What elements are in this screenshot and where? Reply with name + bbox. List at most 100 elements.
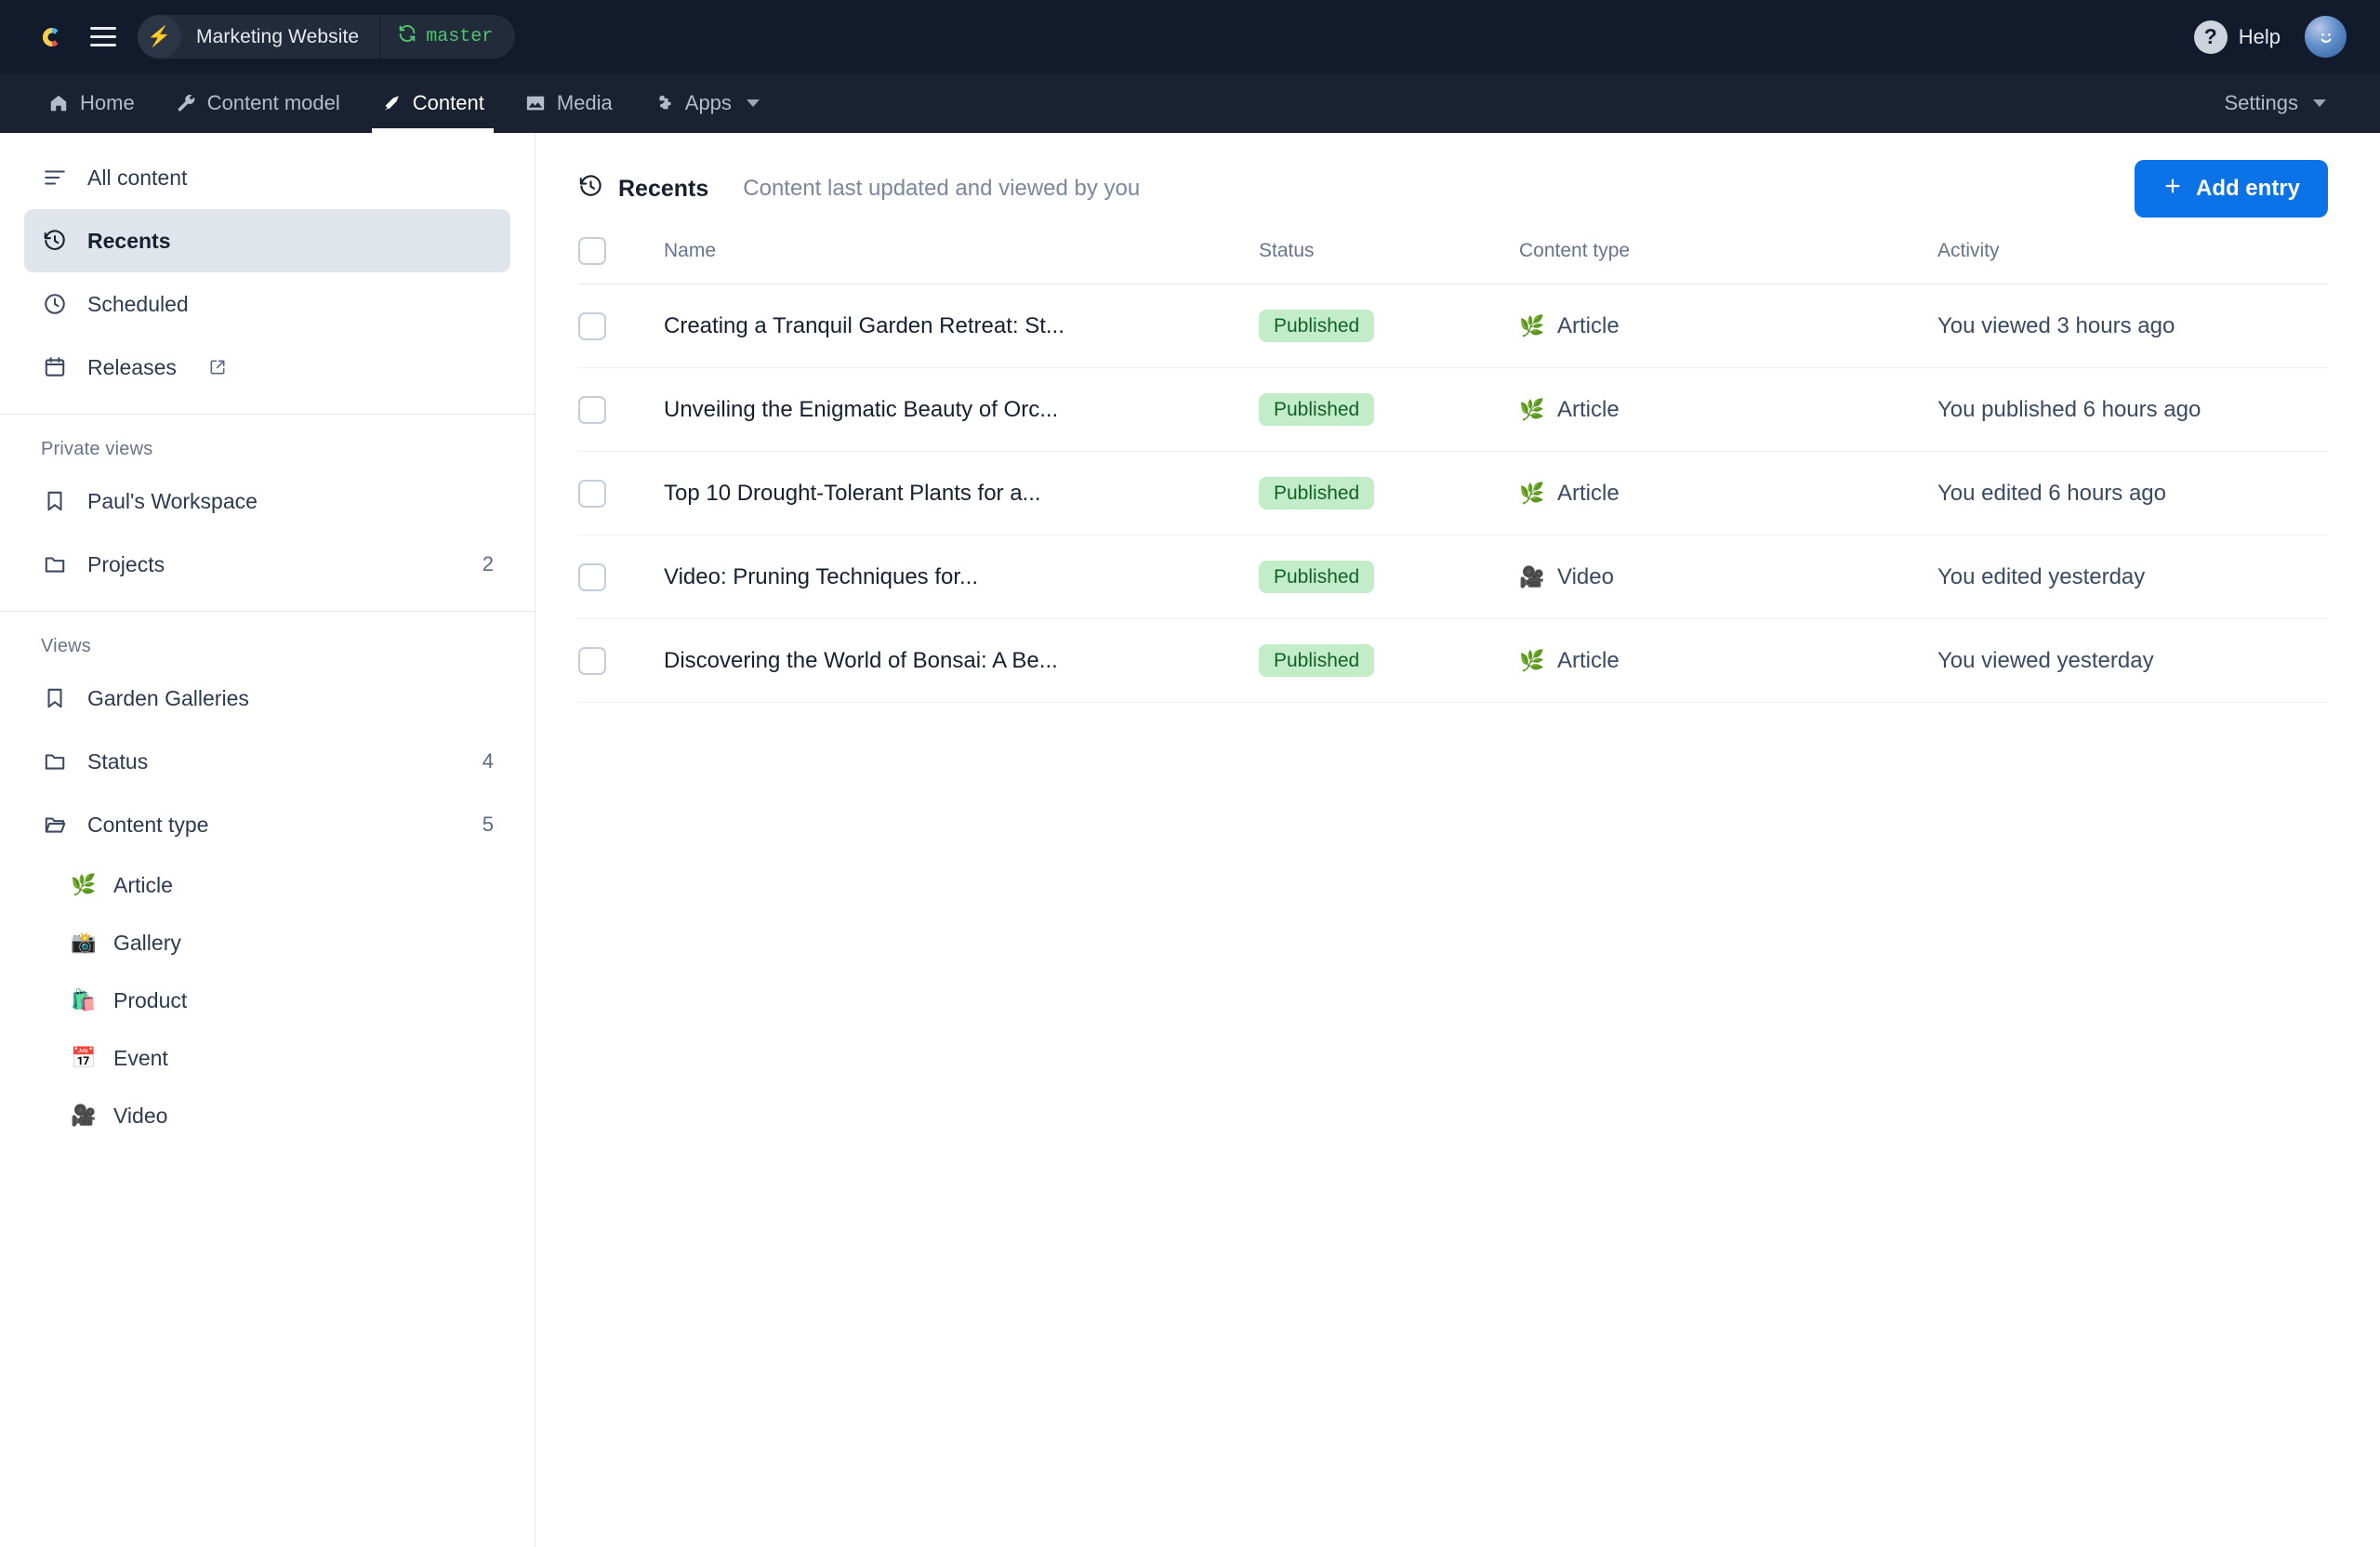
row-checkbox[interactable] bbox=[578, 311, 606, 340]
sidebar-item-article[interactable]: 🌿 Article bbox=[24, 856, 510, 914]
sidebar-item-scheduled-label: Scheduled bbox=[87, 291, 189, 316]
entry-name[interactable]: Creating a Tranquil Garden Retreat: St..… bbox=[664, 313, 1259, 339]
sidebar: All content Recents Scheduled Releases P… bbox=[0, 133, 536, 1547]
column-header-activity[interactable]: Activity bbox=[1937, 237, 2328, 284]
sidebar-item-content-type[interactable]: Content type 5 bbox=[24, 793, 510, 856]
lightning-bolt-icon: ⚡ bbox=[138, 15, 181, 59]
avatar[interactable] bbox=[2305, 16, 2347, 58]
bookmark-icon bbox=[41, 489, 69, 513]
row-checkbox[interactable] bbox=[578, 479, 606, 508]
hamburger-menu-icon[interactable] bbox=[86, 20, 121, 55]
sidebar-item-garden-galleries[interactable]: Garden Galleries bbox=[24, 667, 510, 730]
contentful-logo-icon[interactable] bbox=[32, 19, 69, 56]
add-entry-button[interactable]: Add entry bbox=[2134, 160, 2328, 218]
environment-branch[interactable]: master bbox=[380, 23, 515, 50]
entry-name[interactable]: Unveiling the Enigmatic Beauty of Orc... bbox=[664, 397, 1259, 423]
sidebar-item-product[interactable]: 🛍️ Product bbox=[24, 972, 510, 1029]
leaf-icon: 🌿 bbox=[1519, 481, 1545, 505]
help-label: Help bbox=[2238, 24, 2281, 48]
page-title: Recents bbox=[578, 174, 708, 204]
movie-camera-icon: 🎥 bbox=[71, 1104, 97, 1127]
sidebar-section-private-views: Private views bbox=[41, 439, 153, 459]
bookmark-icon bbox=[41, 686, 69, 710]
row-activity-cell: You published 6 hours ago bbox=[1937, 367, 2328, 452]
column-header-name[interactable]: Name bbox=[664, 237, 1259, 284]
sidebar-item-all-content-label: All content bbox=[87, 165, 188, 190]
table-row[interactable]: Unveiling the Enigmatic Beauty of Orc...… bbox=[578, 367, 2328, 452]
top-bar-right: ? Help bbox=[2193, 16, 2347, 58]
chevron-down-icon bbox=[746, 99, 760, 107]
sidebar-item-all-content[interactable]: All content bbox=[24, 146, 510, 209]
sidebar-item-garden-galleries-label: Garden Galleries bbox=[87, 685, 249, 710]
column-header-content-type[interactable]: Content type bbox=[1519, 237, 1937, 284]
sidebar-item-video[interactable]: 🎥 Video bbox=[24, 1087, 510, 1144]
sidebar-section-views: Views bbox=[41, 636, 91, 656]
sidebar-item-product-label: Product bbox=[113, 987, 188, 1012]
row-checkbox[interactable] bbox=[578, 646, 606, 675]
table-row[interactable]: Creating a Tranquil Garden Retreat: St..… bbox=[578, 284, 2328, 368]
sidebar-item-recents[interactable]: Recents bbox=[24, 209, 510, 272]
space-name: Marketing Website bbox=[196, 25, 360, 47]
table-row[interactable]: Top 10 Drought-Tolerant Plants for a... … bbox=[578, 451, 2328, 536]
entry-name[interactable]: Video: Pruning Techniques for... bbox=[664, 564, 1259, 590]
wrench-icon bbox=[176, 93, 196, 113]
row-content-type-cell: 🌿 Article bbox=[1519, 451, 1937, 536]
sidebar-item-gallery[interactable]: 📸 Gallery bbox=[24, 914, 510, 972]
row-content-type-cell: 🌿 Article bbox=[1519, 284, 1937, 368]
folder-icon bbox=[41, 749, 69, 774]
clock-history-icon bbox=[41, 229, 69, 253]
select-all-checkbox[interactable] bbox=[578, 237, 606, 265]
tab-apps-label: Apps bbox=[684, 91, 732, 114]
table-row[interactable]: Video: Pruning Techniques for... Publish… bbox=[578, 535, 2328, 619]
row-status-cell: Published bbox=[1259, 618, 1519, 703]
sidebar-item-scheduled[interactable]: Scheduled bbox=[24, 272, 510, 336]
status-badge: Published bbox=[1259, 644, 1375, 677]
entry-name[interactable]: Top 10 Drought-Tolerant Plants for a... bbox=[664, 481, 1259, 507]
content-type-label: Article bbox=[1557, 647, 1620, 673]
space-environment-pill[interactable]: ⚡ Marketing Website master bbox=[138, 15, 516, 59]
sidebar-item-content-type-count: 5 bbox=[482, 813, 494, 836]
tab-content-label: Content bbox=[412, 91, 484, 114]
movie-camera-icon: 🎥 bbox=[1519, 564, 1545, 588]
pen-nib-icon bbox=[381, 93, 402, 113]
activity-text: You viewed yesterday bbox=[1937, 647, 2154, 673]
home-icon bbox=[48, 93, 69, 113]
tab-media[interactable]: Media bbox=[505, 73, 633, 133]
row-activity-cell: You edited 6 hours ago bbox=[1937, 451, 2328, 536]
add-entry-label: Add entry bbox=[2195, 176, 2300, 201]
row-name-cell: Video: Pruning Techniques for... bbox=[664, 535, 1259, 619]
sidebar-item-status[interactable]: Status 4 bbox=[24, 730, 510, 793]
sidebar-item-pauls-workspace[interactable]: Paul's Workspace bbox=[24, 469, 510, 533]
help-button[interactable]: ? Help bbox=[2193, 20, 2281, 54]
row-select-cell bbox=[578, 367, 664, 452]
activity-text: You edited 6 hours ago bbox=[1937, 480, 2166, 506]
sidebar-item-projects[interactable]: Projects 2 bbox=[24, 533, 510, 596]
entry-name[interactable]: Discovering the World of Bonsai: A Be... bbox=[664, 648, 1259, 674]
row-content-type-cell: 🎥 Video bbox=[1519, 535, 1937, 619]
branch-sync-icon bbox=[397, 23, 417, 50]
table-header-row: Name Status Content type Activity bbox=[578, 237, 2328, 284]
image-icon bbox=[525, 93, 546, 113]
tab-content-model-label: Content model bbox=[206, 91, 340, 114]
column-header-status[interactable]: Status bbox=[1259, 237, 1519, 284]
table-row[interactable]: Discovering the World of Bonsai: A Be...… bbox=[578, 618, 2328, 703]
row-name-cell: Creating a Tranquil Garden Retreat: St..… bbox=[664, 284, 1259, 368]
row-checkbox[interactable] bbox=[578, 395, 606, 424]
calendar-icon bbox=[41, 355, 69, 379]
plus-icon bbox=[2162, 176, 2183, 203]
tab-content-model[interactable]: Content model bbox=[155, 73, 361, 133]
sidebar-item-projects-count: 2 bbox=[482, 552, 494, 575]
sidebar-item-gallery-label: Gallery bbox=[113, 930, 181, 955]
content-type-label: Video bbox=[1557, 563, 1614, 589]
row-activity-cell: You edited yesterday bbox=[1937, 535, 2328, 619]
tab-content[interactable]: Content bbox=[361, 73, 505, 133]
row-checkbox[interactable] bbox=[578, 562, 606, 591]
sidebar-item-recents-label: Recents bbox=[87, 228, 171, 253]
camera-icon: 📸 bbox=[71, 931, 97, 954]
tab-apps[interactable]: Apps bbox=[633, 73, 780, 133]
activity-text: You viewed 3 hours ago bbox=[1937, 312, 2175, 338]
sidebar-item-event[interactable]: 📅 Event bbox=[24, 1029, 510, 1087]
settings-menu[interactable]: Settings bbox=[2204, 91, 2347, 115]
sidebar-item-releases[interactable]: Releases bbox=[24, 336, 510, 399]
tab-home[interactable]: Home bbox=[28, 73, 155, 133]
